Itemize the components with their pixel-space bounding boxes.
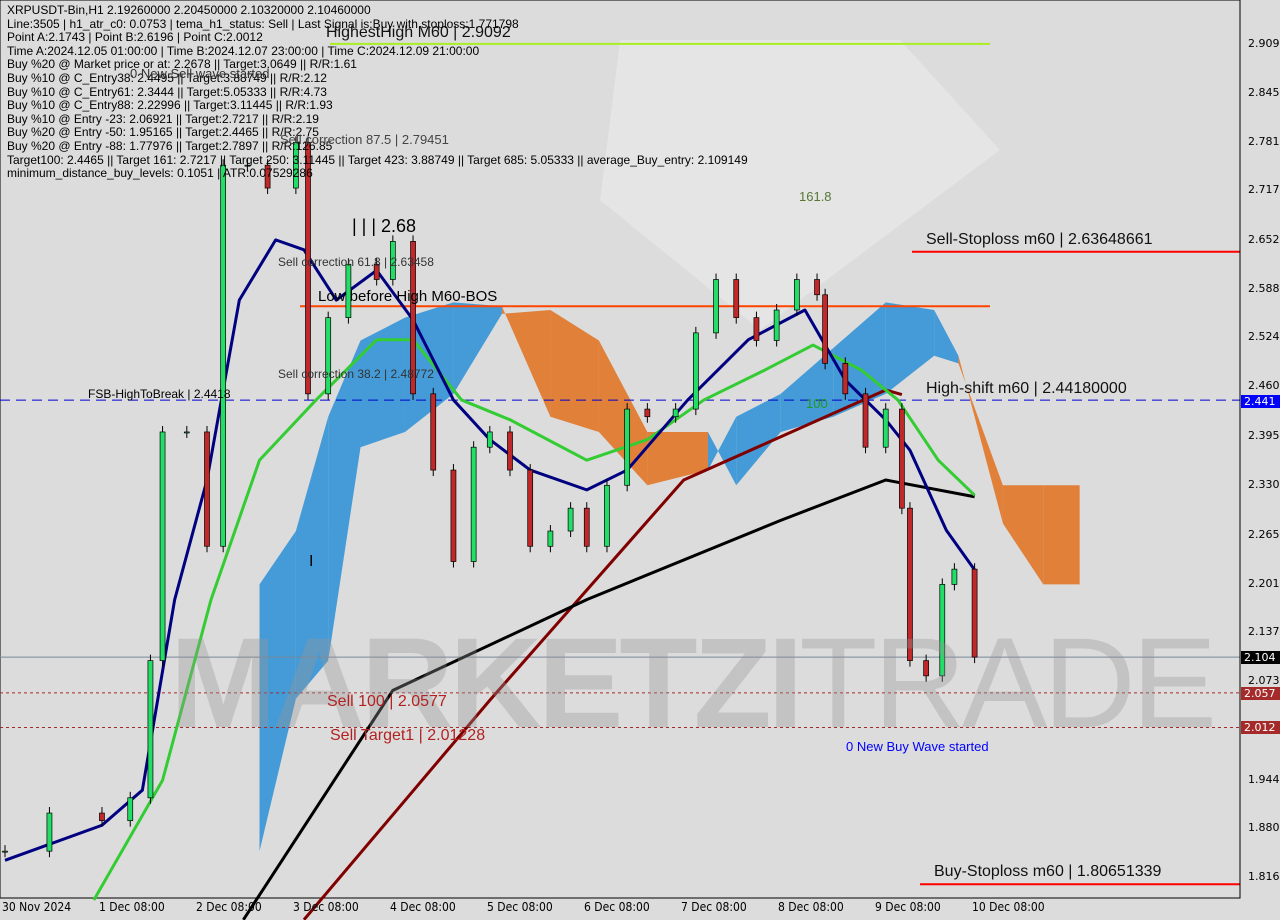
candle [692, 332, 699, 410]
candle [527, 469, 534, 547]
price-tick-label: 1.880 [1248, 821, 1280, 835]
candle [159, 431, 166, 661]
price-tick-label: 2.460 [1248, 379, 1280, 393]
time-tick-label: 1 Dec 08:00 [98, 900, 165, 914]
candle [644, 408, 651, 418]
price-tick-label: 2.524 [1248, 330, 1280, 344]
fib-100-label: 100 [806, 396, 828, 411]
time-tick-label: 30 Nov 2024 [2, 900, 72, 914]
candle [882, 408, 889, 448]
info-line: Buy %10 @ C_Entry38: 2.4495 || Target:3.… [7, 70, 327, 85]
time-tick-label: 2 Dec 08:00 [195, 900, 262, 914]
candle [733, 279, 740, 318]
high-shift-price-tag: 2.441 [1241, 395, 1280, 408]
price-tick-label: 2.781 [1248, 134, 1280, 148]
cloud-segment [1043, 485, 1080, 585]
candle [2, 850, 8, 853]
candle [713, 279, 719, 334]
fib-1618-label: 161.8 [799, 189, 832, 204]
candle [822, 294, 828, 364]
candle [773, 309, 780, 341]
candle [486, 431, 493, 448]
watermark-light: TRADE [799, 612, 1217, 755]
candle [951, 568, 958, 585]
price-tick-label: 1.816 [1248, 870, 1280, 884]
candle [899, 408, 905, 509]
price-tick-label: 2.588 [1248, 281, 1280, 295]
sell-100-label: Sell 100 | 2.0577 [327, 693, 447, 710]
time-tick-label: 7 Dec 08:00 [680, 900, 747, 914]
info-line: Buy %10 @ Entry -23: 2.06921 || Target:2… [7, 111, 319, 126]
time-tick-label: 5 Dec 08:00 [486, 900, 553, 914]
candle [624, 408, 631, 486]
candle [99, 812, 105, 822]
candle [793, 279, 800, 311]
time-tick-label: 8 Dec 08:00 [777, 900, 844, 914]
sell-correction-382-label: Sell correction 38.2 | 2.48772 [278, 367, 434, 381]
candle [147, 660, 154, 799]
level-268-label: | | | 2.68 [352, 216, 417, 236]
candle [842, 363, 849, 395]
price-tick-label: 2.201 [1248, 576, 1280, 590]
sell-correction-618-label: Sell correction 61.8 | 2.63458 [278, 255, 434, 269]
new-buy-wave-label: 0 New Buy Wave started [846, 739, 989, 754]
watermark-logo: MARKETZITRADE [170, 610, 1217, 757]
candle [753, 317, 760, 341]
new-sell-wave-label: 0 New Sell wave started [130, 66, 270, 81]
candle [127, 797, 134, 822]
sell-stoploss-label: Sell-Stoploss m60 | 2.63648661 [926, 231, 1153, 248]
candle [604, 484, 610, 547]
price-tick-label: 2.909 [1248, 37, 1280, 50]
buy-stoploss-label: Buy-Stoploss m60 | 1.80651339 [934, 863, 1162, 880]
marker-i-label: I [309, 553, 314, 570]
current-price-tag: 2.104 [1241, 651, 1280, 664]
price-tick-label: 1.944 [1248, 772, 1280, 786]
info-line: Target100: 2.4465 || Target 161: 2.7217 … [7, 152, 748, 167]
info-line: Buy %10 @ C_Entry61: 2.3444 || Target:5.… [7, 84, 327, 99]
info-line: Buy %20 @ Market price or at: 2.2678 || … [7, 57, 357, 72]
sell-correction-875-label: Sell correction 87.5 | 2.79451 [280, 132, 449, 147]
candle [46, 812, 53, 852]
time-tick-label: 4 Dec 08:00 [389, 900, 456, 914]
candle [220, 164, 227, 547]
price-tick-label: 2.073 [1248, 674, 1280, 688]
high-shift-label: High-shift m60 | 2.44180000 [926, 380, 1127, 397]
candle [583, 507, 590, 547]
candle [547, 530, 554, 547]
candle [430, 393, 437, 471]
price-tick-label: 2.717 [1248, 183, 1280, 197]
price-tick-label: 2.137 [1248, 625, 1280, 639]
sell-target1-price-tag: 2.012 [1241, 721, 1280, 734]
time-tick-label: 10 Dec 08:00 [971, 900, 1045, 914]
info-line: minimum_distance_buy_levels: 0.1051 | AT… [7, 166, 313, 181]
time-tick-label: 9 Dec 08:00 [874, 900, 941, 914]
candle [204, 431, 210, 547]
candle [470, 446, 477, 562]
candle [567, 507, 574, 532]
candle [450, 469, 457, 562]
price-tick-label: 2.652 [1248, 232, 1280, 246]
candle [672, 408, 679, 418]
candle [183, 431, 190, 434]
time-tick-label: 3 Dec 08:00 [292, 900, 359, 914]
candle [325, 317, 332, 395]
price-tick-label: 2.265 [1248, 527, 1280, 541]
time-tick-label: 6 Dec 08:00 [583, 900, 650, 914]
candle [862, 393, 869, 448]
low-before-high-label: Low before High M60-BOS [318, 288, 498, 305]
highest-high-label: HighestHigh M60 | 2.9092 [326, 24, 511, 41]
price-tick-label: 2.395 [1248, 428, 1280, 442]
info-line: Time A:2024.12.05 01:00:00 | Time B:2024… [7, 43, 480, 58]
sell-100-price-tag: 2.057 [1241, 687, 1280, 700]
fsb-high-to-break-label: FSB-HighToBreak | 2.4418 [88, 387, 231, 401]
candle [507, 431, 513, 471]
candle [814, 279, 820, 296]
price-tick-label: 2.845 [1248, 85, 1280, 99]
symbol-line: XRPUSDT-Bin,H1 2.19260000 2.20450000 2.1… [7, 3, 371, 17]
price-tick-label: 2.330 [1248, 478, 1280, 492]
info-line: Buy %10 @ C_Entry88: 2.22996 || Target:3… [7, 98, 333, 113]
sell-target1-label: Sell Target1 | 2.01228 [330, 727, 486, 744]
